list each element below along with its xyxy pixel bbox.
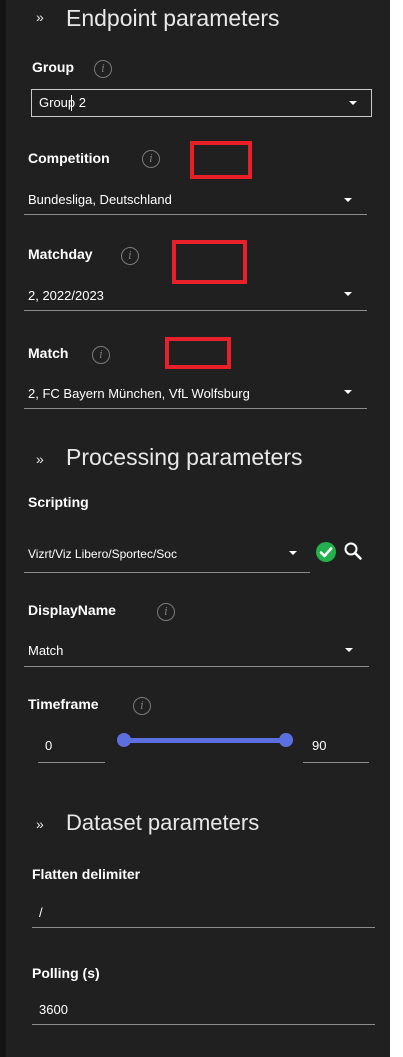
section-title-endpoint[interactable]: Endpoint parameters xyxy=(66,5,280,32)
text-cursor xyxy=(71,95,72,111)
flatten-delimiter-input[interactable] xyxy=(32,927,375,928)
info-icon[interactable]: i xyxy=(133,697,151,715)
timeframe-max-value: 90 xyxy=(312,738,327,753)
competition-label: Competition xyxy=(28,150,110,166)
annotation-highlight-box xyxy=(172,240,247,284)
window-right-edge xyxy=(390,0,403,1057)
timeframe-slider-min-handle[interactable] xyxy=(117,733,131,747)
scripting-select-value: Vizrt/Viz Libero/Sportec/Soc xyxy=(28,547,177,561)
chevron-double-down-icon[interactable]: » xyxy=(36,816,44,832)
competition-select[interactable] xyxy=(24,214,367,215)
annotation-highlight-box xyxy=(165,337,231,369)
dropdown-caret-icon[interactable] xyxy=(289,551,297,555)
matchday-select-value: 2, 2022/2023 xyxy=(28,288,104,303)
section-title-dataset[interactable]: Dataset parameters xyxy=(66,810,259,836)
flatten-delimiter-label: Flatten delimiter xyxy=(32,866,141,882)
scripting-select[interactable] xyxy=(24,572,310,573)
chevron-double-down-icon[interactable]: » xyxy=(36,9,44,25)
info-icon[interactable]: i xyxy=(92,346,110,364)
matchday-label: Matchday xyxy=(28,246,93,262)
section-title-processing[interactable]: Processing parameters xyxy=(66,444,303,471)
check-circle-icon xyxy=(315,541,337,563)
polling-input[interactable] xyxy=(32,1024,375,1025)
polling-value: 3600 xyxy=(39,1002,68,1017)
group-label: Group xyxy=(32,59,74,75)
competition-select-value: Bundesliga, Deutschland xyxy=(28,192,172,207)
polling-label: Polling (s) xyxy=(32,965,100,981)
dropdown-caret-icon[interactable] xyxy=(345,648,353,652)
dropdown-caret-icon[interactable] xyxy=(344,292,352,296)
chevron-double-down-icon[interactable]: » xyxy=(36,451,44,467)
timeframe-label: Timeframe xyxy=(28,696,99,712)
timeframe-max-input[interactable] xyxy=(303,762,369,763)
timeframe-slider-track[interactable] xyxy=(124,738,286,743)
info-icon[interactable]: i xyxy=(94,60,112,78)
displayname-label: DisplayName xyxy=(28,602,116,618)
info-icon[interactable]: i xyxy=(142,150,160,168)
matchday-select[interactable] xyxy=(24,310,367,311)
timeframe-min-value: 0 xyxy=(45,738,53,753)
annotation-highlight-box xyxy=(190,141,252,179)
group-select-value: Group 2 xyxy=(39,95,86,110)
dropdown-caret-icon[interactable] xyxy=(344,390,352,394)
scripting-label: Scripting xyxy=(28,494,89,510)
flatten-delimiter-value: / xyxy=(39,905,43,920)
dropdown-caret-icon[interactable] xyxy=(344,198,352,202)
timeframe-min-input[interactable] xyxy=(38,762,105,763)
search-icon[interactable] xyxy=(343,541,363,561)
displayname-select[interactable] xyxy=(24,666,369,667)
dropdown-caret-icon[interactable] xyxy=(349,101,357,105)
match-select[interactable] xyxy=(24,408,367,409)
info-icon[interactable]: i xyxy=(157,603,175,621)
match-label: Match xyxy=(28,345,69,361)
displayname-select-value: Match xyxy=(28,643,64,658)
match-select-value: 2, FC Bayern München, VfL Wolfsburg xyxy=(28,386,250,401)
info-icon[interactable]: i xyxy=(121,247,139,265)
timeframe-slider-max-handle[interactable] xyxy=(279,733,293,747)
